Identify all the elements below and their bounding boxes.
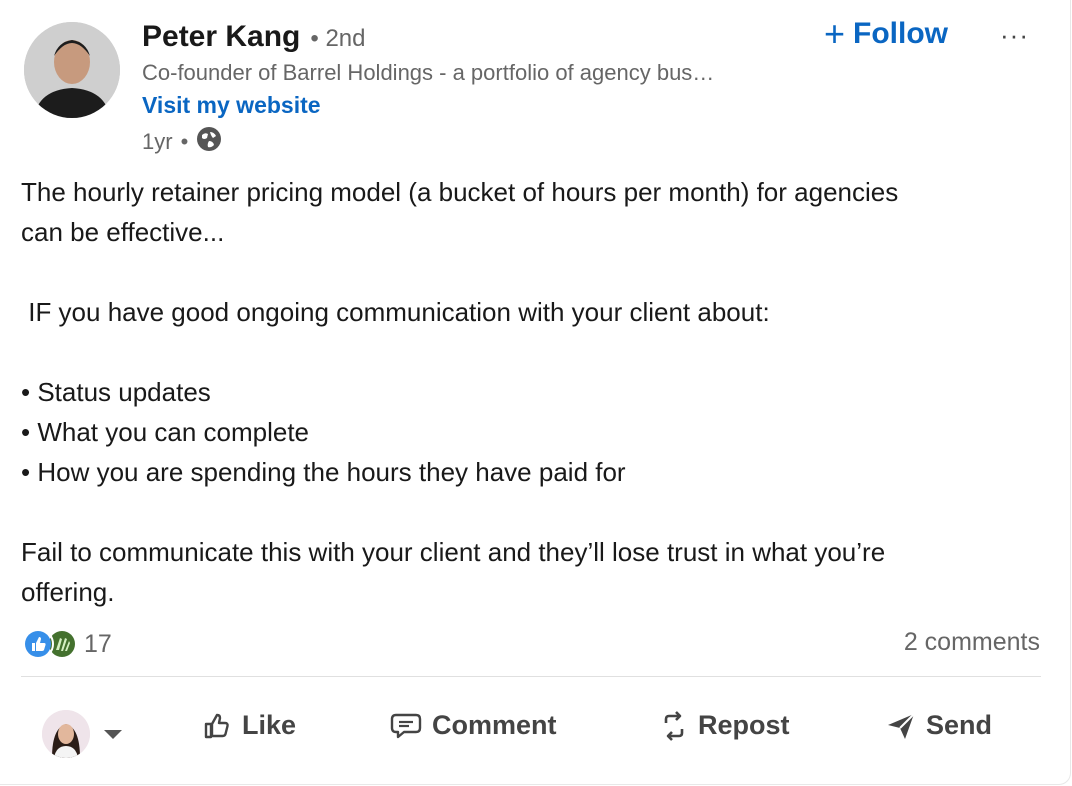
post-text-line: Fail to communicate this with your clien… bbox=[21, 537, 886, 567]
send-label: Send bbox=[926, 710, 993, 740]
repost-icon bbox=[664, 710, 684, 741]
author-headline: Co-founder of Barrel Holdings - a portfo… bbox=[142, 60, 715, 85]
author-name[interactable]: Peter Kang bbox=[142, 20, 300, 54]
like-reaction-icon bbox=[22, 628, 54, 660]
globe-icon bbox=[196, 126, 222, 158]
comment-button[interactable]: Comment bbox=[390, 710, 557, 741]
author-avatar[interactable] bbox=[24, 22, 120, 118]
post-text-line: can be effective... bbox=[21, 217, 225, 247]
author-name-row: Peter Kang • 2nd bbox=[142, 20, 366, 54]
connection-degree: • 2nd bbox=[310, 25, 366, 52]
like-icon bbox=[204, 713, 229, 738]
post-body: The hourly retainer pricing model (a buc… bbox=[21, 172, 1031, 612]
reacting-as-selector[interactable] bbox=[42, 710, 122, 758]
post-text-line: offering. bbox=[21, 577, 115, 607]
meta-separator: • bbox=[180, 129, 189, 154]
repost-button[interactable]: Repost bbox=[660, 710, 790, 741]
divider bbox=[21, 676, 1041, 677]
like-label: Like bbox=[242, 710, 297, 740]
current-user-avatar bbox=[42, 710, 90, 758]
comments-count-link[interactable]: 2 comments bbox=[904, 628, 1040, 657]
bullet-item: • Status updates bbox=[21, 377, 211, 407]
comment-icon bbox=[390, 713, 422, 738]
post-text-line: IF you have good ongoing communication w… bbox=[21, 297, 770, 327]
chevron-down-icon bbox=[104, 729, 122, 739]
follow-label: Follow bbox=[853, 17, 949, 50]
post-time: 1yr bbox=[142, 129, 173, 154]
more-options-icon[interactable]: ··· bbox=[1000, 20, 1029, 51]
send-button[interactable]: Send bbox=[886, 710, 992, 741]
action-bar: Like Comment Repost Send bbox=[0, 700, 1072, 770]
reaction-count: 17 bbox=[84, 629, 112, 658]
post-card: Peter Kang • 2nd Co-founder of Barrel Ho… bbox=[0, 0, 1071, 785]
send-icon bbox=[888, 712, 915, 739]
bullet-item: • How you are spending the hours they ha… bbox=[21, 457, 626, 487]
post-meta: 1yr • bbox=[142, 126, 222, 158]
comment-label: Comment bbox=[432, 710, 557, 740]
follow-button[interactable]: + Follow bbox=[824, 16, 948, 52]
visit-website-link[interactable]: Visit my website bbox=[142, 92, 321, 119]
repost-label: Repost bbox=[698, 710, 790, 740]
plus-icon: + bbox=[824, 13, 846, 54]
like-button[interactable]: Like bbox=[202, 710, 296, 741]
reactions-summary[interactable]: 17 bbox=[22, 628, 112, 660]
bullet-item: • What you can complete bbox=[21, 417, 310, 447]
post-text-line: The hourly retainer pricing model (a buc… bbox=[21, 177, 899, 207]
